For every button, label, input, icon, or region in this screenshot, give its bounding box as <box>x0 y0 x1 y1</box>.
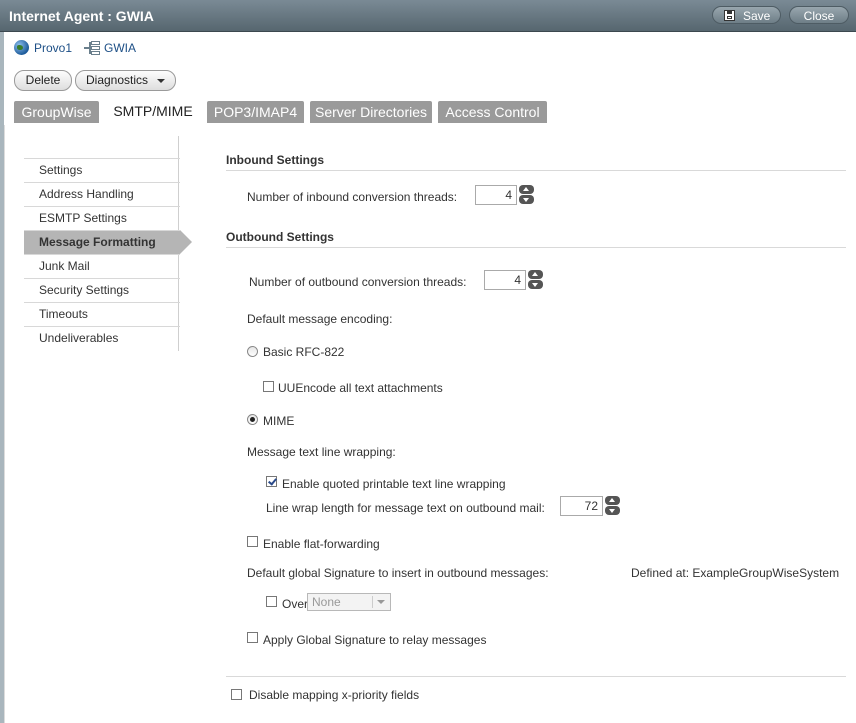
quoted-printable-checkbox[interactable] <box>266 476 277 487</box>
stepper-arrows-icon[interactable] <box>519 185 534 204</box>
inbound-threads-label: Number of inbound conversion threads: <box>247 190 458 204</box>
signature-select[interactable]: None <box>307 593 391 611</box>
quoted-printable-label: Enable quoted printable text line wrappi… <box>282 477 506 491</box>
basic-rfc822-label: Basic RFC-822 <box>263 345 345 359</box>
floppy-disk-icon <box>724 10 735 21</box>
xpriority-checkbox[interactable] <box>231 689 242 700</box>
diagnostics-label: Diagnostics <box>86 73 149 87</box>
flat-forwarding-label: Enable flat-forwarding <box>263 537 380 551</box>
globe-icon <box>14 40 29 55</box>
uuencode-checkbox[interactable] <box>263 381 274 392</box>
tab-smtp-mime[interactable]: SMTP/MIME <box>105 100 201 125</box>
xpriority-label: Disable mapping x-priority fields <box>249 688 420 702</box>
sidebar-item-security-settings[interactable]: Security Settings <box>24 278 180 302</box>
sidebar-item-junk-mail[interactable]: Junk Mail <box>24 254 180 278</box>
save-label: Save <box>743 9 771 23</box>
tab-access-control[interactable]: Access Control <box>438 101 547 123</box>
line-wrap-input[interactable]: 72 <box>560 496 603 516</box>
mime-radio[interactable] <box>247 414 258 425</box>
sidebar-item-settings[interactable]: Settings <box>24 158 180 182</box>
tab-pop3-imap4[interactable]: POP3/IMAP4 <box>207 101 304 123</box>
outbound-threads-label: Number of outbound conversion threads: <box>249 275 467 289</box>
inbound-threads-input[interactable]: 4 <box>475 185 517 205</box>
breadcrumb-agent-link[interactable]: GWIA <box>104 39 136 57</box>
chevron-down-icon <box>377 600 385 604</box>
sidebar-nav: Settings Address Handling ESMTP Settings… <box>24 158 192 350</box>
flat-forwarding-checkbox[interactable] <box>247 536 258 547</box>
save-button[interactable]: Save <box>712 6 781 24</box>
uuencode-label: UUEncode all text attachments <box>278 381 443 395</box>
sidebar-item-address-handling[interactable]: Address Handling <box>24 182 180 206</box>
delete-button[interactable]: Delete <box>14 70 72 91</box>
wrapping-label: Message text line wrapping: <box>247 445 396 459</box>
diagnostics-dropdown-button[interactable]: Diagnostics <box>75 70 176 91</box>
title-bar: Internet Agent : GWIA Save Close <box>0 0 856 32</box>
inbound-settings-heading: Inbound Settings <box>226 153 324 167</box>
mime-label: MIME <box>263 414 295 428</box>
window-title: Internet Agent : GWIA <box>9 8 154 24</box>
inbound-divider <box>226 170 846 171</box>
sidebar-item-message-formatting[interactable]: Message Formatting <box>24 230 192 254</box>
relay-signature-checkbox[interactable] <box>247 632 258 643</box>
basic-rfc822-radio[interactable] <box>247 346 258 357</box>
sidebar-item-esmtp-settings[interactable]: ESMTP Settings <box>24 206 180 230</box>
gateway-tree-icon <box>84 40 100 56</box>
chevron-down-icon <box>157 79 165 83</box>
outbound-settings-heading: Outbound Settings <box>226 230 334 244</box>
tab-groupwise[interactable]: GroupWise <box>14 101 99 123</box>
xpriority-divider <box>226 676 846 677</box>
stepper-arrows-icon[interactable] <box>528 270 543 289</box>
signature-label: Default global Signature to insert in ou… <box>247 566 549 580</box>
sidebar-item-timeouts[interactable]: Timeouts <box>24 302 180 326</box>
breadcrumb-domain-link[interactable]: Provo1 <box>34 39 72 57</box>
signature-select-value: None <box>312 595 341 609</box>
defined-at-label: Defined at: ExampleGroupWiseSystem <box>631 566 840 580</box>
close-button[interactable]: Close <box>789 6 849 24</box>
relay-signature-label: Apply Global Signature to relay messages <box>263 633 487 647</box>
tab-bar: GroupWise SMTP/MIME POP3/IMAP4 Server Di… <box>0 100 856 125</box>
encoding-label: Default message encoding: <box>247 312 393 326</box>
sidebar-item-undeliverables[interactable]: Undeliverables <box>24 326 180 350</box>
outbound-threads-input[interactable]: 4 <box>484 270 526 290</box>
stepper-arrows-icon[interactable] <box>605 496 620 515</box>
outbound-divider <box>226 247 846 248</box>
line-wrap-label: Line wrap length for message text on out… <box>266 501 545 515</box>
tab-server-directories[interactable]: Server Directories <box>310 101 432 123</box>
override-checkbox[interactable] <box>266 596 277 607</box>
